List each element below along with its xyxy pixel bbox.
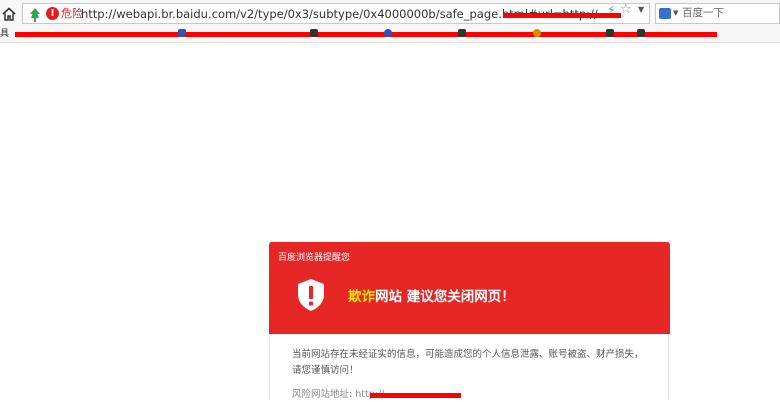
star-icon[interactable]: ☆ xyxy=(620,2,632,17)
warning-body: 当前网站存在未经证实的信息，可能造成您的个人信息泄露、账号被盗、财产损失，请您谨… xyxy=(292,349,644,376)
lightning-icon[interactable]: ⚡︎ xyxy=(607,4,615,16)
bookmark-icon[interactable] xyxy=(458,29,466,37)
bookmark-icon[interactable] xyxy=(606,29,614,37)
search-placeholder[interactable]: 百度一下 xyxy=(682,7,724,20)
search-box[interactable]: ▼ 百度一下 xyxy=(655,3,780,24)
warning-shield-icon xyxy=(296,278,326,312)
security-label: 危险 xyxy=(61,7,83,20)
browser-toolbar: ! 危险 http://webapi.br.baidu.com/v2/type/… xyxy=(0,0,780,29)
tools-label[interactable]: 具 xyxy=(0,28,9,40)
headline-fraud: 欺诈 xyxy=(348,289,375,305)
chevron-down-icon[interactable]: ▼ xyxy=(673,9,678,17)
warning-header: 百度浏览器提醒您 欺诈网站 建议您关闭网页！ xyxy=(269,242,670,334)
bookmark-icon[interactable] xyxy=(533,29,541,37)
bookmarks-bar: 具 xyxy=(0,28,780,43)
home-icon[interactable] xyxy=(1,6,17,22)
warning-panel: 百度浏览器提醒您 欺诈网站 建议您关闭网页！ 当前网站存在未经证实的信息，可能造… xyxy=(269,242,670,400)
bookmark-icon[interactable] xyxy=(637,29,645,37)
redaction-mark xyxy=(503,13,621,18)
redaction-mark xyxy=(370,393,461,398)
bookmark-icon[interactable] xyxy=(384,29,392,37)
dropdown-icon[interactable]: ▼ xyxy=(638,5,644,15)
brand-label: 百度浏览器提醒您 xyxy=(278,253,351,263)
bookmark-icon[interactable] xyxy=(310,29,318,37)
danger-icon: ! xyxy=(46,7,59,20)
bookmark-icon[interactable] xyxy=(178,29,186,37)
warning-headline: 欺诈网站 建议您关闭网页！ xyxy=(348,288,515,306)
address-bar[interactable]: ! 危险 http://webapi.br.baidu.com/v2/type/… xyxy=(22,3,650,24)
search-engine-icon[interactable] xyxy=(659,8,671,19)
headline-rest: 网站 建议您关闭网页！ xyxy=(375,289,515,305)
security-shield-icon[interactable] xyxy=(29,7,41,22)
